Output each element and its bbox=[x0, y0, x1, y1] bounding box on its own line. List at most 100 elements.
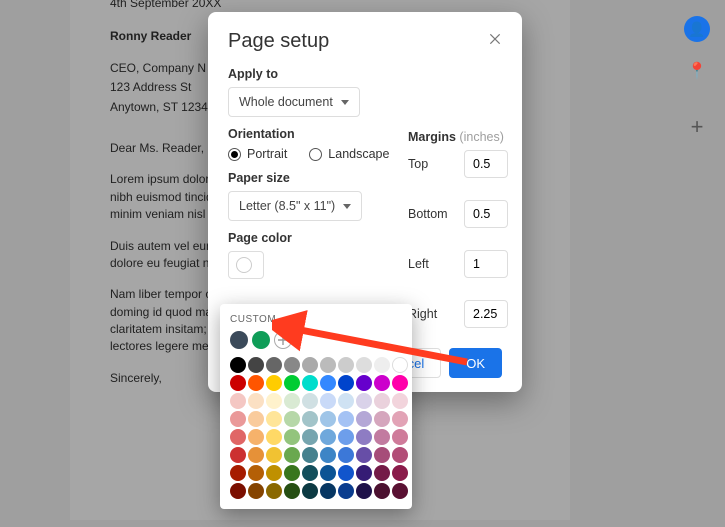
color-swatch[interactable] bbox=[302, 465, 318, 481]
color-swatch[interactable] bbox=[302, 429, 318, 445]
close-button[interactable] bbox=[484, 28, 506, 50]
color-swatch[interactable] bbox=[374, 393, 390, 409]
maps-icon[interactable]: 📍 bbox=[684, 58, 710, 84]
color-swatch[interactable] bbox=[284, 447, 300, 463]
color-swatch[interactable] bbox=[374, 375, 390, 391]
color-swatch[interactable] bbox=[392, 411, 408, 427]
margin-bottom-label: Bottom bbox=[408, 207, 448, 221]
color-swatch[interactable] bbox=[248, 429, 264, 445]
color-swatch[interactable] bbox=[374, 357, 390, 373]
color-swatch[interactable] bbox=[356, 375, 372, 391]
color-swatch[interactable] bbox=[266, 375, 282, 391]
paper-size-select[interactable]: Letter (8.5" x 11") bbox=[228, 191, 362, 221]
color-swatch[interactable] bbox=[356, 429, 372, 445]
color-swatch[interactable] bbox=[338, 429, 354, 445]
apply-to-select[interactable]: Whole document bbox=[228, 87, 360, 117]
margin-top-input[interactable] bbox=[464, 150, 508, 178]
landscape-radio[interactable]: Landscape bbox=[309, 147, 389, 161]
color-swatch[interactable] bbox=[302, 447, 318, 463]
color-swatch[interactable] bbox=[248, 483, 264, 499]
margins-group: Margins (inches) Top Bottom Left Right bbox=[408, 130, 508, 350]
color-swatch[interactable] bbox=[248, 447, 264, 463]
color-swatch[interactable] bbox=[248, 411, 264, 427]
color-swatch[interactable] bbox=[392, 393, 408, 409]
color-swatch[interactable] bbox=[248, 375, 264, 391]
color-swatch[interactable] bbox=[320, 393, 336, 409]
color-swatch[interactable] bbox=[338, 375, 354, 391]
color-swatch[interactable] bbox=[284, 393, 300, 409]
color-swatch[interactable] bbox=[302, 375, 318, 391]
color-swatch[interactable] bbox=[284, 483, 300, 499]
color-swatch[interactable] bbox=[374, 447, 390, 463]
color-swatch[interactable] bbox=[230, 429, 246, 445]
color-swatch[interactable] bbox=[230, 393, 246, 409]
margin-bottom-input[interactable] bbox=[464, 200, 508, 228]
add-custom-color-button[interactable] bbox=[274, 331, 292, 349]
color-swatch[interactable] bbox=[248, 393, 264, 409]
color-swatch[interactable] bbox=[338, 483, 354, 499]
color-swatch[interactable] bbox=[338, 393, 354, 409]
color-swatch[interactable] bbox=[266, 393, 282, 409]
color-swatch[interactable] bbox=[320, 465, 336, 481]
color-swatch[interactable] bbox=[320, 375, 336, 391]
color-swatch[interactable] bbox=[230, 483, 246, 499]
color-swatch[interactable] bbox=[320, 447, 336, 463]
portrait-radio[interactable]: Portrait bbox=[228, 147, 287, 161]
color-swatch[interactable] bbox=[266, 483, 282, 499]
color-swatch[interactable] bbox=[392, 447, 408, 463]
color-swatch[interactable] bbox=[356, 393, 372, 409]
color-swatch[interactable] bbox=[302, 411, 318, 427]
margin-right-input[interactable] bbox=[464, 300, 508, 328]
color-swatch[interactable] bbox=[266, 465, 282, 481]
custom-color-swatch[interactable] bbox=[230, 331, 248, 349]
color-swatch[interactable] bbox=[392, 375, 408, 391]
color-swatch[interactable] bbox=[266, 411, 282, 427]
color-swatch[interactable] bbox=[374, 465, 390, 481]
color-swatch[interactable] bbox=[302, 393, 318, 409]
color-swatch[interactable] bbox=[302, 483, 318, 499]
color-swatch[interactable] bbox=[356, 411, 372, 427]
ok-button[interactable]: OK bbox=[449, 348, 502, 378]
color-swatch[interactable] bbox=[338, 465, 354, 481]
color-swatch[interactable] bbox=[248, 357, 264, 373]
color-swatch[interactable] bbox=[230, 411, 246, 427]
color-swatch[interactable] bbox=[230, 465, 246, 481]
color-swatch[interactable] bbox=[356, 483, 372, 499]
custom-color-swatch[interactable] bbox=[252, 331, 270, 349]
color-swatch[interactable] bbox=[266, 429, 282, 445]
color-swatch[interactable] bbox=[230, 447, 246, 463]
color-swatch[interactable] bbox=[374, 429, 390, 445]
color-swatch[interactable] bbox=[392, 429, 408, 445]
color-swatch[interactable] bbox=[320, 483, 336, 499]
color-swatch[interactable] bbox=[356, 357, 372, 373]
color-swatch[interactable] bbox=[374, 483, 390, 499]
margin-left-input[interactable] bbox=[464, 250, 508, 278]
color-swatch[interactable] bbox=[320, 357, 336, 373]
color-swatch[interactable] bbox=[392, 465, 408, 481]
color-swatch[interactable] bbox=[248, 465, 264, 481]
page-color-picker[interactable] bbox=[228, 251, 264, 279]
paper-size-value: Letter (8.5" x 11") bbox=[239, 199, 335, 213]
color-swatch[interactable] bbox=[338, 411, 354, 427]
color-swatch[interactable] bbox=[284, 465, 300, 481]
color-swatch[interactable] bbox=[392, 483, 408, 499]
color-swatch[interactable] bbox=[230, 375, 246, 391]
color-swatch[interactable] bbox=[266, 357, 282, 373]
color-swatch[interactable] bbox=[284, 375, 300, 391]
color-swatch[interactable] bbox=[230, 357, 246, 373]
add-sidepanel-button[interactable]: + bbox=[684, 114, 710, 140]
color-swatch[interactable] bbox=[284, 429, 300, 445]
contacts-icon[interactable]: 👤 bbox=[684, 16, 710, 42]
color-swatch[interactable] bbox=[320, 429, 336, 445]
color-swatch[interactable] bbox=[392, 357, 408, 373]
color-swatch[interactable] bbox=[320, 411, 336, 427]
color-swatch[interactable] bbox=[302, 357, 318, 373]
color-swatch[interactable] bbox=[284, 411, 300, 427]
color-swatch[interactable] bbox=[338, 357, 354, 373]
color-swatch[interactable] bbox=[266, 447, 282, 463]
color-swatch[interactable] bbox=[356, 465, 372, 481]
color-swatch[interactable] bbox=[338, 447, 354, 463]
color-swatch[interactable] bbox=[374, 411, 390, 427]
color-swatch[interactable] bbox=[356, 447, 372, 463]
color-swatch[interactable] bbox=[284, 357, 300, 373]
